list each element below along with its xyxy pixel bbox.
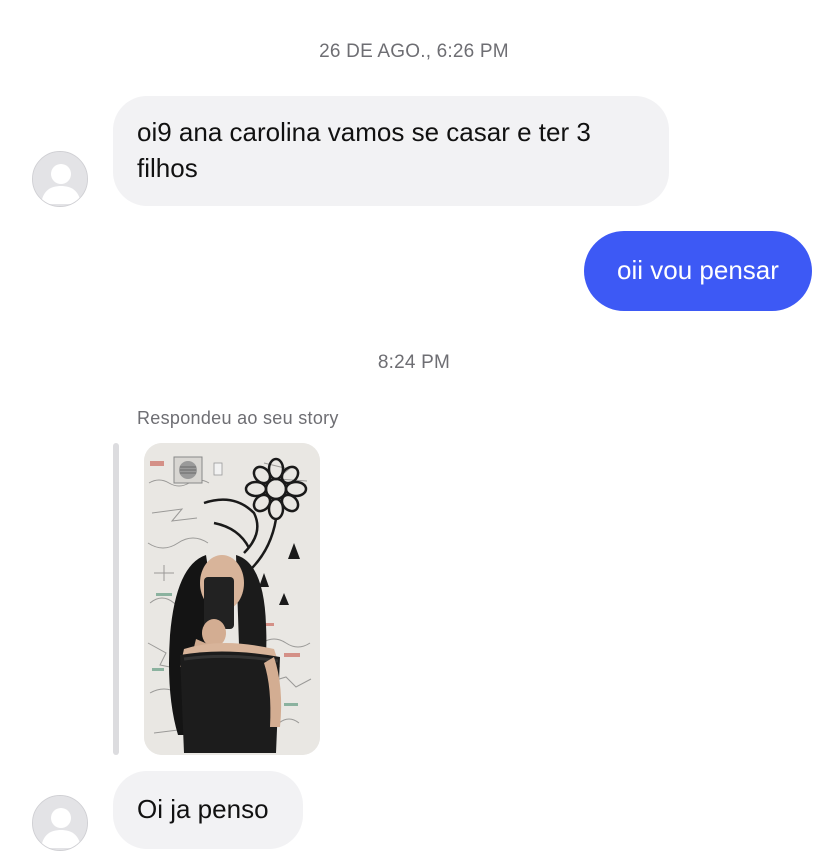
outgoing-message-bubble[interactable]: oii vou pensar — [584, 231, 812, 311]
story-image[interactable] — [144, 443, 320, 755]
default-avatar-icon[interactable] — [32, 795, 88, 851]
story-reply-label: Respondeu ao seu story — [137, 408, 339, 428]
default-avatar-icon[interactable] — [32, 151, 88, 207]
reply-indicator-bar — [113, 443, 119, 755]
timestamp: 26 DE AGO., 6:26 PM — [319, 41, 509, 62]
incoming-message-bubble[interactable]: oi9 ana carolina vamos se casar e ter 3 … — [113, 96, 669, 206]
timestamp: 8:24 PM — [377, 352, 451, 373]
incoming-message-bubble[interactable]: Oi ja penso — [113, 771, 303, 849]
